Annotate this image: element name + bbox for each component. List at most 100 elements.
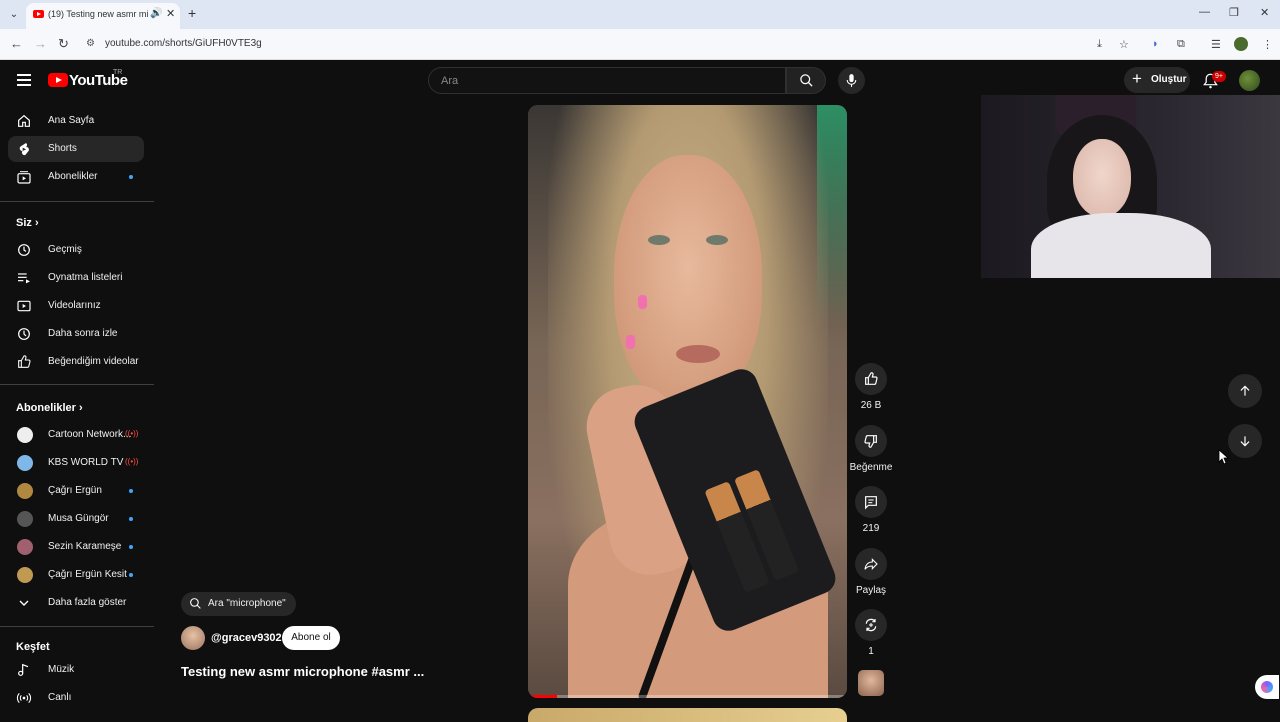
create-button[interactable]: + Oluştur: [1124, 67, 1190, 93]
sidebar-item-live[interactable]: Canlı: [8, 685, 144, 711]
sidebar-channel-sezin-karamese[interactable]: Sezin Karameşe: [8, 534, 144, 560]
sidebar-channel-cagri-ergun-kesit[interactable]: Çağrı Ergün Kesit: [8, 562, 144, 588]
video-title[interactable]: Testing new asmr microphone #asmr ...: [181, 664, 424, 679]
subscribe-button[interactable]: Abone ol: [282, 626, 340, 650]
like-button[interactable]: [855, 363, 887, 395]
sidebar-item-liked-videos[interactable]: Beğendiğim videolar: [8, 349, 144, 375]
channel-name[interactable]: @gracev9302: [211, 632, 282, 644]
sidebar-item-label: Geçmiş: [48, 244, 82, 255]
dislike-label: Beğenme: [849, 462, 893, 473]
sidebar-item-subscriptions[interactable]: Abonelikler: [8, 164, 144, 190]
sidebar-channel-cagri-ergun[interactable]: Çağrı Ergün: [8, 478, 144, 504]
tab-close-icon[interactable]: ✕: [166, 7, 175, 20]
sidebar-item-shorts[interactable]: Shorts: [8, 136, 144, 162]
sound-thumbnail[interactable]: [858, 670, 884, 696]
sidebar-item-music[interactable]: Müzik: [8, 657, 144, 683]
sidebar-item-label: Beğendiğim videolar: [48, 356, 139, 367]
live-icon: ((•)): [125, 457, 139, 466]
sidebar-item-history[interactable]: Geçmiş: [8, 237, 144, 263]
video-progress-fill: [528, 695, 557, 698]
sidebar-item-label: Shorts: [48, 143, 77, 154]
sidebar-item-label: Abonelikler: [48, 171, 98, 182]
shorts-video-player[interactable]: [528, 105, 847, 698]
channel-label: Çağrı Ergün Kesit: [48, 569, 127, 580]
account-avatar[interactable]: [1239, 70, 1260, 91]
history-icon: [18, 244, 30, 256]
subscribe-label: Abone ol: [291, 632, 331, 643]
channel-avatar: [17, 427, 33, 443]
new-content-dot: [129, 573, 133, 577]
remix-button[interactable]: [855, 609, 887, 641]
address-bar[interactable]: ⚙ youtube.com/shorts/GiUFH0VTE3g: [80, 33, 1140, 56]
voice-search-button[interactable]: [838, 67, 865, 94]
comments-button[interactable]: [855, 486, 887, 518]
dislike-button[interactable]: [855, 425, 887, 457]
extensions-puzzle-icon[interactable]: ⧉: [1177, 38, 1185, 51]
sidebar-channel-cartoon-network[interactable]: Cartoon Network... ((•)): [8, 422, 144, 448]
youtube-play-icon: [48, 73, 68, 87]
liked-videos-icon: [18, 355, 31, 368]
home-icon: [18, 114, 30, 127]
sidebar-divider: [0, 201, 154, 202]
sidebar-item-label: Oynatma listeleri: [48, 272, 123, 283]
show-more-button[interactable]: Daha fazla göster: [8, 590, 144, 616]
related-search-chip[interactable]: Ara "microphone": [181, 592, 296, 616]
new-tab-button[interactable]: +: [188, 5, 196, 21]
sidebar-heading-subscriptions[interactable]: Abonelikler ›: [16, 402, 83, 414]
channel-label: Çağrı Ergün: [48, 485, 102, 496]
remix-icon: [865, 618, 877, 632]
sidebar-item-label: Canlı: [48, 692, 72, 703]
sidebar-divider: [0, 626, 154, 627]
sidebar-item-watch-later[interactable]: Daha sonra izle: [8, 321, 144, 347]
browser-profile-avatar[interactable]: [1234, 37, 1248, 51]
extension-icon[interactable]: ◗: [1152, 38, 1159, 50]
search-button[interactable]: [786, 67, 826, 94]
music-icon: [18, 663, 29, 676]
reading-list-icon[interactable]: ☰: [1211, 38, 1221, 51]
video-subject-nail: [626, 335, 635, 349]
comment-count: 219: [862, 523, 880, 534]
restore-icon[interactable]: ❐: [1229, 6, 1239, 19]
install-app-icon[interactable]: ⤓: [1097, 38, 1102, 51]
minimize-icon[interactable]: —: [1199, 6, 1210, 18]
sidebar-channel-musa-gungor[interactable]: Musa Güngör: [8, 506, 144, 532]
new-content-dot: [129, 175, 133, 179]
bookmark-star-icon[interactable]: ☆: [1119, 38, 1129, 51]
next-short-button[interactable]: [1228, 424, 1262, 458]
browser-tab-active[interactable]: (19) Testing new asmr micr 🔊 ✕: [26, 3, 180, 29]
channel-avatar[interactable]: [181, 626, 205, 650]
back-button[interactable]: ←: [10, 36, 23, 51]
window-close-icon[interactable]: ✕: [1260, 6, 1269, 19]
share-label: Paylaş: [855, 585, 886, 596]
chevron-down-icon: [19, 600, 29, 606]
search-icon: [190, 598, 201, 609]
reload-button[interactable]: ↻: [58, 36, 69, 52]
video-progress-bar[interactable]: [528, 695, 847, 698]
search-input[interactable]: Ara: [428, 67, 786, 94]
browser-menu-icon[interactable]: ⋮: [1262, 38, 1273, 51]
tab-audio-icon[interactable]: 🔊: [150, 8, 162, 19]
sidebar-item-your-videos[interactable]: Videolarınız: [8, 293, 144, 319]
menu-icon[interactable]: [17, 74, 31, 86]
search-icon: [800, 74, 813, 87]
url-text: youtube.com/shorts/GiUFH0VTE3g: [105, 38, 262, 49]
forward-button[interactable]: →: [34, 36, 47, 51]
channel-avatar: [17, 511, 33, 527]
site-info-icon[interactable]: ⚙: [86, 38, 95, 49]
video-subject-lips: [676, 345, 720, 363]
sidebar-item-playlists[interactable]: Oynatma listeleri: [8, 265, 144, 291]
sidebar-item-label: Videolarınız: [48, 300, 101, 311]
sidebar-heading-you[interactable]: Siz ›: [16, 217, 39, 229]
sidebar-item-home[interactable]: Ana Sayfa: [8, 108, 144, 134]
arrow-up-icon: [1240, 385, 1250, 396]
sidebar-channel-kbs-world[interactable]: KBS WORLD TV ((•)): [8, 450, 144, 476]
webcam-person-body: [1031, 213, 1211, 278]
shorts-icon: [19, 143, 29, 156]
share-button[interactable]: [855, 548, 887, 580]
previous-short-button[interactable]: [1228, 374, 1262, 408]
floating-extension-button[interactable]: [1255, 675, 1279, 699]
channel-avatar: [17, 567, 33, 583]
sidebar-item-label: Daha sonra izle: [48, 328, 118, 339]
tab-search-chevron-icon[interactable]: ⌄: [6, 7, 22, 23]
notification-badge: 9+: [1212, 71, 1226, 82]
